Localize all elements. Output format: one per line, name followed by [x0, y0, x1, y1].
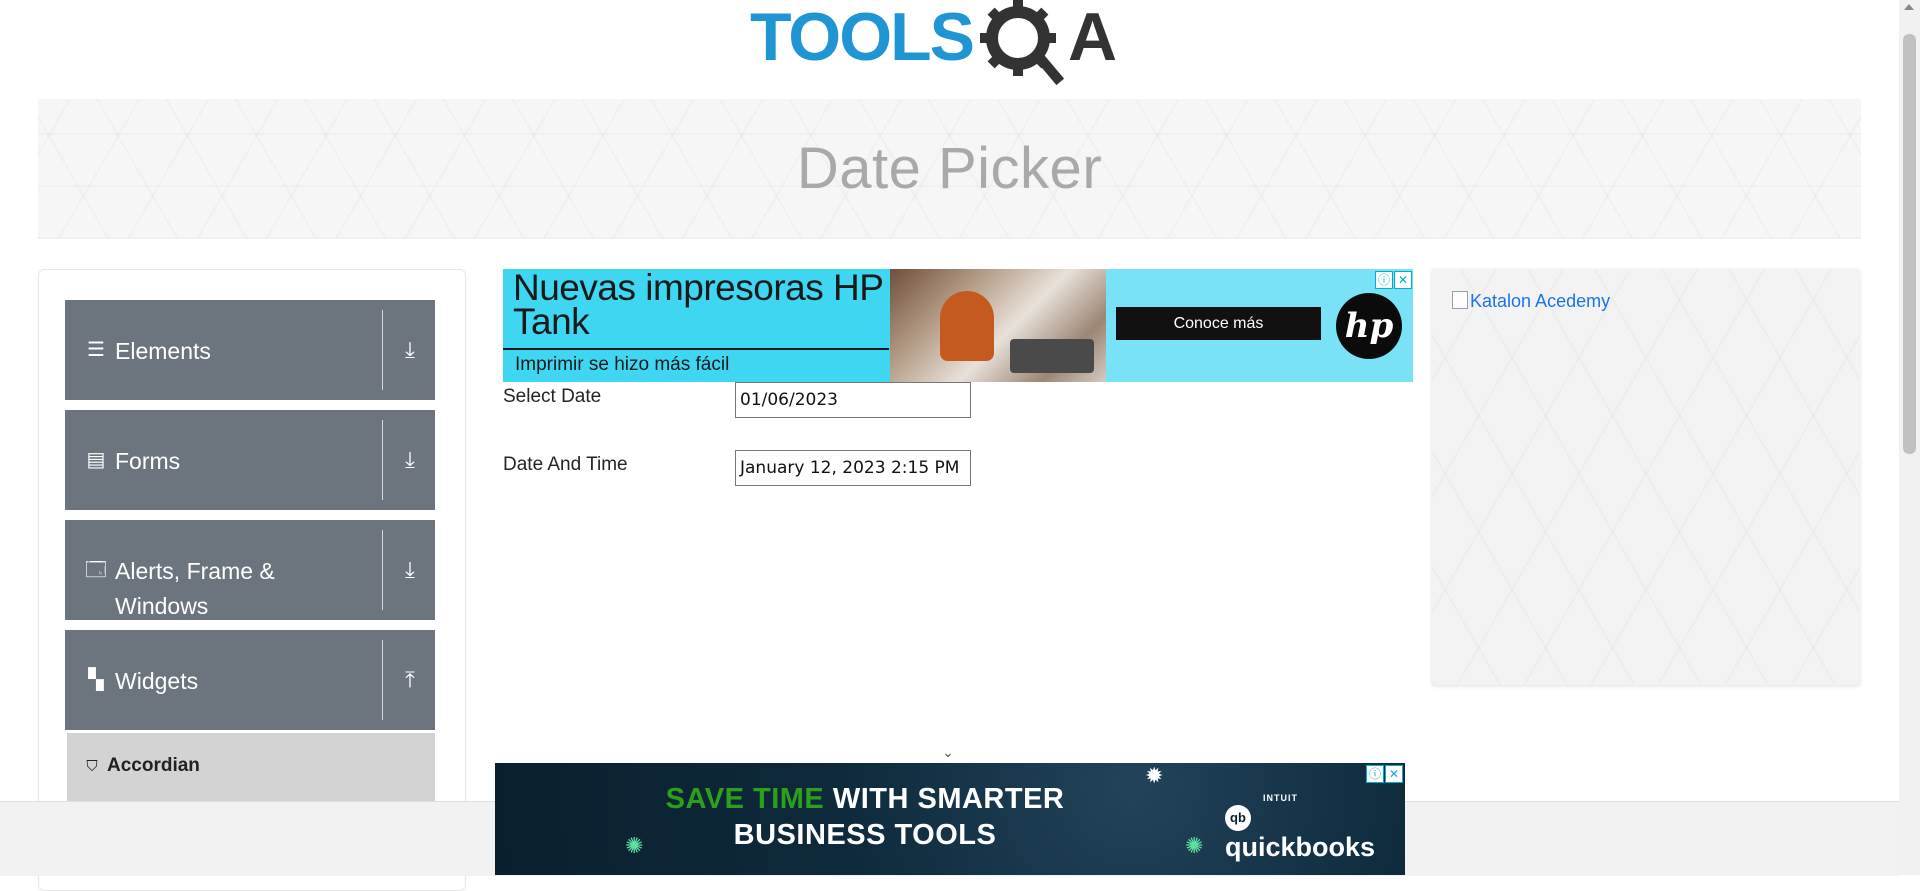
divider [382, 420, 383, 500]
widgets-icon: ▚ [88, 669, 104, 691]
katalon-ad-image[interactable]: Katalon Acedemy [1452, 291, 1610, 312]
expand-icon[interactable]: ⤓ [385, 330, 435, 370]
sidebar-group-label: Alerts, Frame & Windows [115, 558, 275, 619]
scroll-up-icon[interactable] [1904, 4, 1914, 10]
scrollbar-thumb[interactable] [1903, 34, 1916, 454]
close-icon[interactable]: ✕ [1385, 765, 1403, 783]
ad-subline: Imprimir se hizo más fácil [503, 348, 889, 382]
sidebar-group-alerts[interactable]: 🗔 Alerts, Frame & Windows ⤓ [65, 520, 435, 620]
adchoices-icon[interactable]: ⓘ [1366, 765, 1384, 783]
document-icon: ▤ [86, 449, 106, 471]
brand-text: quickbooks [1225, 832, 1376, 862]
html5-icon: ⛉ [86, 758, 98, 775]
ad-printer-image [1010, 339, 1094, 373]
sidebar-item-label: Accordian [107, 755, 200, 776]
sidebar: ☰ Elements ⤓ ▤ Forms ⤓ 🗔 Alerts, Frame &… [38, 269, 466, 891]
toolsqa-logo[interactable]: TOOLS A [750, 0, 1152, 86]
ad-right-panel: Conoce más hp [1106, 269, 1413, 382]
sidebar-group-label: Elements [115, 338, 211, 364]
page-title: Date Picker [796, 136, 1103, 201]
expand-icon[interactable]: ⤓ [385, 440, 435, 480]
quickbooks-logo: INTUIT qbquickbooks [1225, 793, 1405, 863]
select-date-input[interactable]: 01/06/2023 [735, 382, 971, 418]
page-banner: Date Picker [38, 99, 1861, 239]
divider [382, 310, 383, 390]
page-scrollbar[interactable] [1899, 0, 1920, 875]
divider [382, 640, 383, 720]
close-icon[interactable]: ✕ [1394, 271, 1412, 289]
date-and-time-label: Date And Time [503, 454, 628, 475]
sidebar-group-widgets[interactable]: ▚ Widgets ⤒ [65, 630, 435, 730]
ad-line-2: BUSINESS TOOLS [733, 819, 997, 851]
sidebar-group-label: Forms [115, 448, 181, 474]
sidebar-group-label: Widgets [115, 668, 199, 694]
date-and-time-input[interactable]: January 12, 2023 2:15 PM [735, 450, 971, 486]
image-alt-text: Katalon Acedemy [1470, 291, 1611, 311]
svg-text:TOOLS: TOOLS [750, 0, 973, 75]
ad-banner-top[interactable]: Nuevas impresoras HP Tank Imprimir se hi… [503, 269, 1413, 382]
hamburger-icon: ☰ [87, 339, 105, 361]
ad-highlight: SAVE TIME [665, 783, 825, 815]
adchoices-icon[interactable]: ⓘ [1375, 271, 1393, 289]
collapse-icon[interactable]: ⤒ [385, 660, 435, 700]
quickbooks-icon: qb [1225, 805, 1251, 831]
right-ad-block[interactable]: Katalon Acedemy [1432, 269, 1860, 685]
sidebar-group-forms[interactable]: ▤ Forms ⤓ [65, 410, 435, 510]
ad-photo [890, 269, 1106, 382]
expand-icon[interactable]: ⤓ [385, 550, 435, 590]
ad-text: WITH SMARTER [832, 783, 1065, 815]
divider [382, 530, 383, 610]
ad-person-image [940, 291, 994, 361]
ad-cta-button[interactable]: Conoce más [1116, 307, 1321, 340]
ad-banner-bottom[interactable]: ✺ ✺ ✹ SAVE TIME WITH SMARTER BUSINESS TO… [495, 763, 1405, 875]
window-icon: 🗔 [85, 559, 107, 581]
select-date-label: Select Date [503, 386, 602, 407]
sidebar-group-elements[interactable]: ☰ Elements ⤓ [65, 300, 435, 400]
svg-text:A: A [1068, 0, 1117, 75]
sidebar-item-accordian[interactable]: ⛉ Accordian [67, 733, 435, 803]
hp-logo: hp [1336, 293, 1402, 359]
intuit-text: INTUIT [1263, 793, 1298, 803]
chevron-down-icon[interactable]: ⌄ [937, 744, 959, 760]
ad-headline: Nuevas impresoras HP Tank [513, 269, 883, 342]
broken-image-icon [1452, 291, 1468, 309]
ad-line-1: SAVE TIME WITH SMARTER [495, 783, 1235, 816]
